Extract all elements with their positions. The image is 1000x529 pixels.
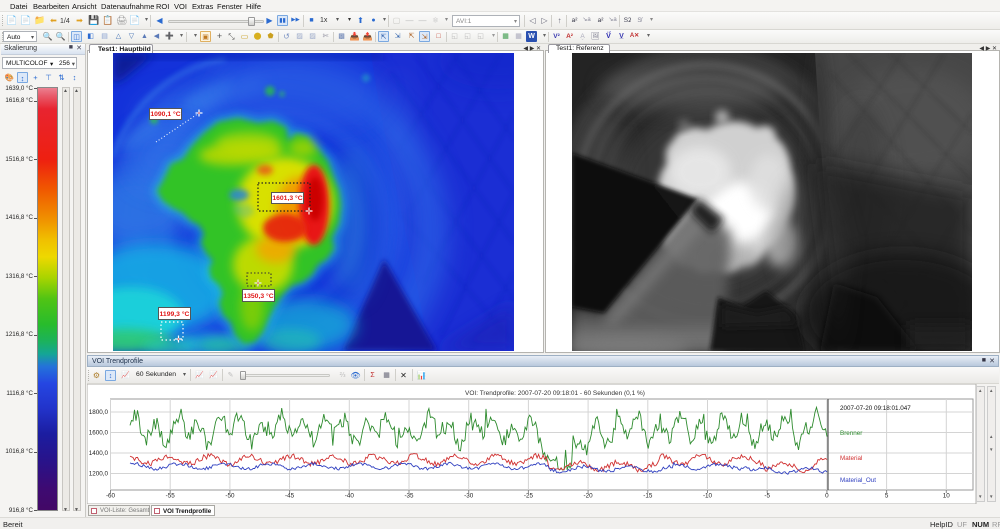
svg-text:Material: Material: [840, 455, 862, 462]
svg-text:VOI: Trendprofile: 2007-07-20: VOI: Trendprofile: 2007-07-20 09:18:01 -…: [465, 390, 645, 397]
svg-text:-55: -55: [166, 493, 176, 500]
svg-text:-30: -30: [464, 493, 474, 500]
svg-text:-25: -25: [524, 493, 534, 500]
svg-text:-10: -10: [703, 493, 713, 500]
svg-text:0: 0: [825, 493, 829, 500]
svg-text:-5: -5: [764, 493, 770, 500]
svg-text:1400,0: 1400,0: [89, 450, 109, 457]
svg-text:1200,0: 1200,0: [89, 471, 109, 478]
svg-text:-35: -35: [404, 493, 414, 500]
svg-text:5: 5: [885, 493, 889, 500]
svg-text:-15: -15: [643, 493, 653, 500]
svg-text:10: 10: [943, 493, 951, 500]
svg-text:2007-07-20 09:18:01.047: 2007-07-20 09:18:01.047: [840, 405, 911, 412]
svg-text:1800,0: 1800,0: [89, 409, 109, 416]
svg-text:Brenner: Brenner: [840, 430, 862, 437]
svg-text:-20: -20: [584, 493, 594, 500]
svg-text:Material_Out: Material_Out: [840, 477, 876, 484]
svg-text:-60: -60: [106, 493, 116, 500]
svg-text:1600,0: 1600,0: [89, 430, 109, 437]
svg-text:-45: -45: [285, 493, 295, 500]
svg-text:-50: -50: [225, 493, 235, 500]
svg-text:-40: -40: [345, 493, 355, 500]
